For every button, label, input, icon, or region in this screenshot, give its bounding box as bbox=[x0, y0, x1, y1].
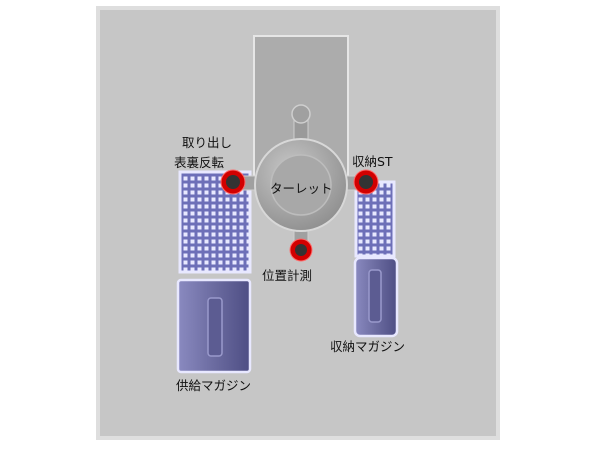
storage-st-label: 収納ST bbox=[352, 154, 393, 169]
takeout-label-line2: 表裏反転 bbox=[174, 155, 225, 170]
turret-label: ターレット bbox=[270, 181, 333, 196]
storage-magazine-label: 収納マガジン bbox=[330, 339, 405, 354]
supply-magazine bbox=[176, 278, 252, 374]
takeout-flip-station bbox=[220, 169, 246, 195]
supply-magazine-label: 供給マガジン bbox=[176, 378, 251, 393]
storage-station bbox=[353, 169, 379, 195]
equipment-layout-diagram: 取り出し 表裏反転 収納ST ターレット 位置計測 収納マガジン 供給マガジン bbox=[96, 6, 500, 440]
position-measure-station bbox=[289, 238, 313, 262]
takeout-label-line1: 取り出し bbox=[182, 135, 232, 150]
storage-magazine bbox=[353, 256, 399, 338]
position-measure-label: 位置計測 bbox=[262, 268, 312, 283]
